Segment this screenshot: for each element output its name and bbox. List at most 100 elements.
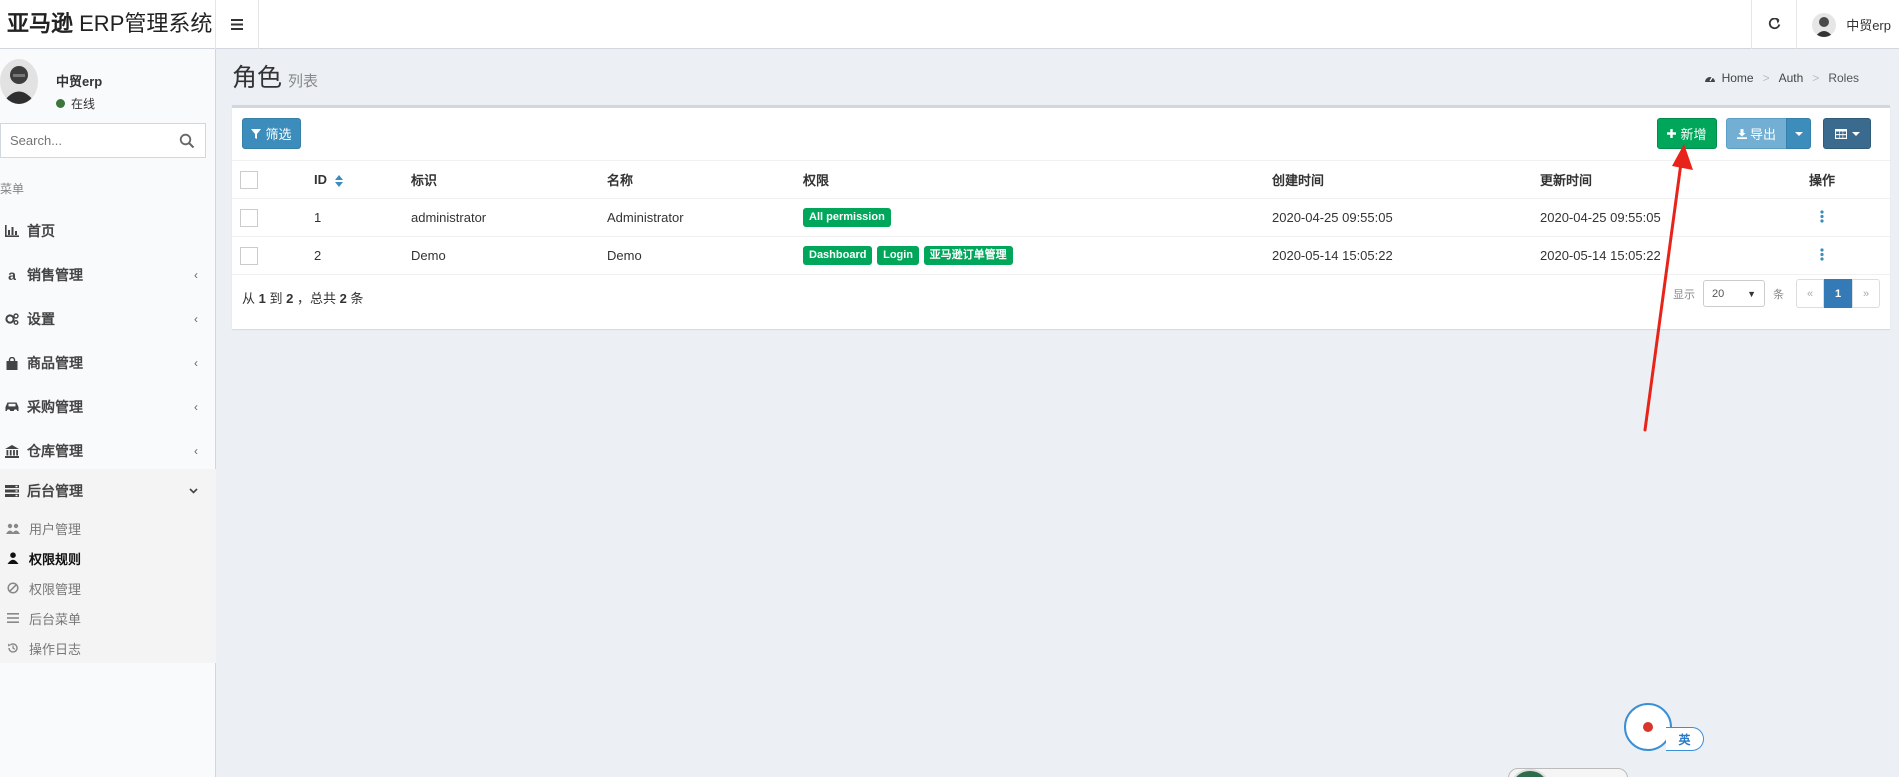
- select-all-checkbox[interactable]: [240, 170, 258, 189]
- roles-table: ID 标识 名称 权限 创建时间 更新时间 操作 1 administrator…: [232, 160, 1890, 275]
- sidebar-item-label: 销售管理: [27, 267, 83, 283]
- filter-button[interactable]: 筛选: [242, 118, 301, 149]
- row-checkbox[interactable]: [240, 246, 258, 265]
- summary-text: 从: [242, 291, 259, 306]
- column-header-permissions: 权限: [803, 160, 1272, 199]
- sidebar-item-purchase[interactable]: 采购管理 ‹: [0, 385, 216, 429]
- floating-widget-icon: [1509, 769, 1551, 777]
- subitem-label: 权限规则: [29, 551, 82, 567]
- sidebar-item-warehouse[interactable]: 仓库管理 ‹: [0, 429, 216, 473]
- top-header: 亚马逊 ERP管理系统 中贸erp: [0, 0, 1899, 49]
- ban-icon: [7, 582, 19, 594]
- prev-page-label: «: [1806, 287, 1814, 300]
- next-page-label: »: [1862, 287, 1870, 300]
- per-page-suffix: 条: [1773, 288, 1784, 301]
- cell-slug: Demo: [411, 236, 607, 275]
- sidebar-item-label: 商品管理: [27, 355, 83, 371]
- chevron-left-icon: ‹: [194, 400, 198, 414]
- sidebar: 中贸erp 在线 菜单 首页 a 销售管理 ‹ 设置 ‹ 商品管理 ‹ 采购管理…: [0, 49, 216, 777]
- caret-down-icon: [1851, 131, 1860, 136]
- new-button[interactable]: 新增: [1657, 118, 1717, 149]
- sidebar-toggle-button[interactable]: [216, 0, 259, 49]
- pagination-summary: 从 1 到 2 ，总共 2 条: [242, 288, 363, 307]
- sidebar-item-home[interactable]: 首页: [0, 209, 216, 253]
- chevron-down-icon: [189, 488, 198, 494]
- car-icon: [5, 402, 19, 413]
- ime-mode-label: 英: [1678, 732, 1691, 747]
- sidebar-subitem-admin-menu[interactable]: 后台菜单: [0, 603, 216, 633]
- next-page-button[interactable]: »: [1852, 279, 1880, 308]
- permission-label: Login: [877, 246, 920, 265]
- export-dropdown-toggle[interactable]: [1786, 118, 1811, 149]
- select-all-cell: [232, 160, 314, 199]
- prev-page-button[interactable]: «: [1796, 279, 1824, 308]
- cell-name: Demo: [607, 236, 803, 275]
- bar-chart-icon: [5, 225, 19, 237]
- summary-text: 到: [265, 291, 287, 306]
- user-menu[interactable]: 中贸erp: [1796, 0, 1899, 49]
- export-button[interactable]: 导出: [1726, 118, 1787, 149]
- page-1-button[interactable]: 1: [1824, 279, 1852, 308]
- subitem-label: 权限管理: [29, 581, 82, 597]
- sort-icon[interactable]: [334, 174, 343, 187]
- floating-widget[interactable]: [1508, 768, 1628, 777]
- cell-permissions: Dashboard Login 亚马逊订单管理: [803, 236, 1272, 275]
- row-select-cell: [232, 236, 314, 275]
- amazon-icon: a: [8, 267, 16, 283]
- summary-text: 条: [346, 291, 364, 306]
- sidebar-subitem-operation-log[interactable]: 操作日志: [0, 633, 216, 663]
- hamburger-icon: [231, 19, 243, 30]
- row-checkbox[interactable]: [240, 208, 258, 227]
- cogs-icon: [5, 313, 19, 325]
- sidebar-subitem-users[interactable]: 用户管理: [0, 513, 216, 543]
- sidebar-item-label: 后台管理: [27, 483, 83, 499]
- permission-label: All permission: [803, 208, 891, 227]
- breadcrumb-auth[interactable]: Auth: [1779, 71, 1804, 85]
- sidebar-item-sales[interactable]: a 销售管理 ‹: [0, 253, 216, 297]
- user-icon: [7, 552, 19, 564]
- user-status-text: 在线: [71, 97, 96, 111]
- more-actions-icon[interactable]: [1820, 209, 1824, 223]
- filter-button-label: 筛选: [265, 127, 292, 142]
- breadcrumb-roles: Roles: [1828, 71, 1859, 85]
- bars-icon: [7, 613, 19, 623]
- chevron-left-icon: ‹: [194, 356, 198, 370]
- sidebar-search: [0, 123, 206, 158]
- breadcrumb-separator: >: [1812, 71, 1820, 85]
- cell-permissions: All permission: [803, 198, 1272, 237]
- sidebar-item-products[interactable]: 商品管理 ‹: [0, 341, 216, 385]
- new-button-label: 新增: [1680, 127, 1707, 142]
- admin-submenu: 用户管理 权限规则 权限管理 后台菜单 操作日志: [0, 513, 216, 663]
- sidebar-item-admin[interactable]: 后台管理: [0, 469, 216, 513]
- per-page-select[interactable]: 20 ▼: [1703, 280, 1765, 307]
- navbar-right: 中贸erp: [1751, 0, 1899, 49]
- shopping-bag-icon: [6, 356, 18, 370]
- column-selector-button[interactable]: [1823, 118, 1871, 149]
- chevron-left-icon: ‹: [194, 312, 198, 326]
- ime-floating-button[interactable]: [1624, 703, 1672, 751]
- per-page-label: 显示: [1673, 288, 1695, 301]
- column-header-id[interactable]: ID: [314, 160, 411, 199]
- user-status: 在线: [56, 95, 95, 112]
- breadcrumb-separator: >: [1762, 71, 1770, 85]
- more-actions-icon[interactable]: [1820, 247, 1824, 261]
- page-subtitle: 列表: [288, 73, 319, 90]
- search-icon[interactable]: [179, 133, 195, 149]
- cell-id: 1: [314, 198, 411, 237]
- subitem-label: 操作日志: [29, 641, 82, 657]
- ime-language-toggle[interactable]: 英: [1666, 727, 1704, 751]
- server-icon: [5, 485, 19, 497]
- logo-text: ERP管理系统: [73, 11, 213, 36]
- app-logo[interactable]: 亚马逊 ERP管理系统: [0, 0, 216, 49]
- refresh-button[interactable]: [1751, 0, 1796, 49]
- chevron-left-icon: ‹: [194, 444, 198, 458]
- ime-logo-icon: [1643, 722, 1653, 732]
- cell-created: 2020-05-14 15:05:22: [1272, 236, 1540, 275]
- sidebar-item-settings[interactable]: 设置 ‹: [0, 297, 216, 341]
- user-avatar-small: [1812, 12, 1837, 37]
- sidebar-subitem-permission-rules[interactable]: 权限规则: [0, 543, 216, 573]
- breadcrumb-home[interactable]: Home: [1722, 71, 1754, 85]
- sidebar-subitem-permissions[interactable]: 权限管理: [0, 573, 216, 603]
- plus-icon: [1667, 129, 1677, 138]
- search-input[interactable]: [1, 124, 171, 157]
